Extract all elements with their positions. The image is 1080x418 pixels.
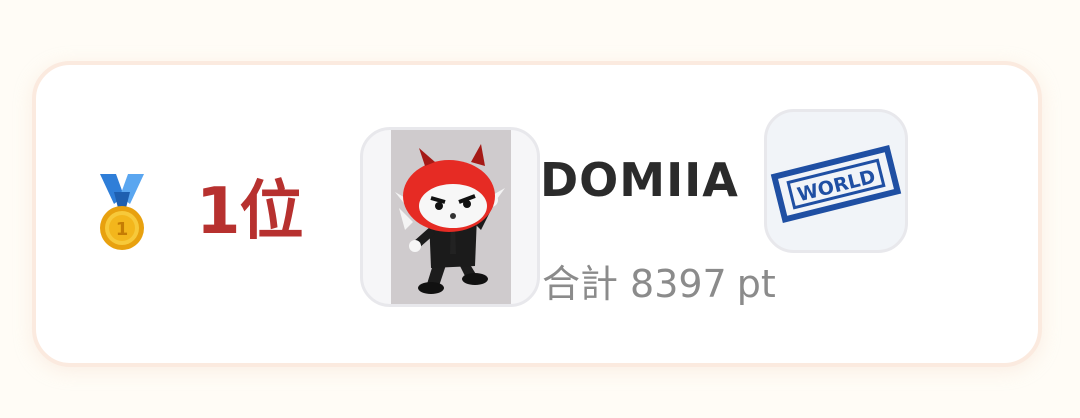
points-value: 8397: [630, 262, 727, 306]
total-label: 合計: [542, 262, 619, 306]
world-badge[interactable]: WORLD: [764, 109, 908, 253]
mascot-photo: [391, 130, 511, 304]
total-points: 合計 8397 pt: [542, 256, 776, 312]
player-name: DOMIIA: [540, 153, 739, 207]
gold-medal-icon: 1: [100, 174, 144, 250]
mascot-figure-icon: [395, 144, 505, 294]
points-unit: pt: [736, 262, 776, 306]
avatar[interactable]: [360, 127, 540, 307]
rank-label: 1位: [196, 175, 304, 249]
world-stamp-icon: WORLD: [770, 144, 902, 224]
svg-text:1: 1: [116, 219, 129, 240]
